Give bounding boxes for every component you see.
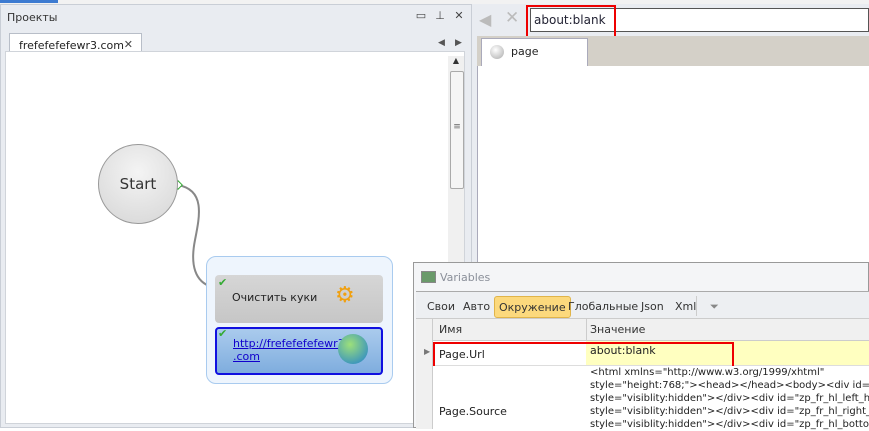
variable-value[interactable]: <html xmlns="http://www.w3.org/1999/xhtm… [590, 366, 869, 431]
row-indicator-icon: ▶ [424, 347, 431, 356]
tab-global[interactable]: Глобальные [564, 296, 642, 318]
tab-json[interactable]: Json [637, 296, 668, 318]
tab-label: page [511, 45, 539, 58]
start-label: Start [119, 175, 157, 193]
column-name[interactable]: Имя [439, 323, 462, 336]
row-header-column [416, 319, 433, 429]
globe-icon [490, 45, 504, 59]
navigate-node[interactable]: http://frefefefefewr3 .com [215, 327, 383, 375]
table-header: Имя Значение [416, 319, 869, 341]
navigate-url-label: http://frefefefefewr3 .com [233, 337, 345, 363]
table-row[interactable]: Page.Source <html xmlns="http://www.w3.o… [416, 366, 869, 431]
filter-icon[interactable]: ⏷ [706, 296, 723, 318]
start-node[interactable]: Start [98, 144, 178, 224]
tab-own[interactable]: Свои [423, 296, 459, 318]
globe-www-icon [338, 334, 368, 364]
clear-cookies-label: Очистить куки [232, 291, 318, 304]
variables-toolbar: Свои Авто Окружение Глобальные Json Xml … [416, 291, 869, 319]
divider [696, 296, 697, 316]
window-title: Variables [440, 271, 491, 284]
stop-icon[interactable]: ✕ [505, 8, 519, 28]
check-icon: ✔ [218, 276, 228, 289]
variables-icon [421, 271, 436, 283]
tab-auto[interactable]: Авто [459, 296, 494, 318]
check-icon: ✔ [218, 327, 228, 340]
variable-name: Page.Source [439, 405, 507, 418]
highlight-box [526, 5, 616, 38]
gears-icon: ⚙ [335, 283, 355, 308]
back-arrow-icon[interactable]: ◀ [479, 10, 491, 29]
clear-cookies-node[interactable]: Очистить куки ⚙ [215, 275, 383, 323]
tab-page[interactable]: page [481, 38, 588, 66]
column-value[interactable]: Значение [590, 323, 645, 336]
variables-window: Variables Свои Авто Окружение Глобальные… [413, 262, 869, 431]
tab-environment[interactable]: Окружение [494, 296, 571, 318]
